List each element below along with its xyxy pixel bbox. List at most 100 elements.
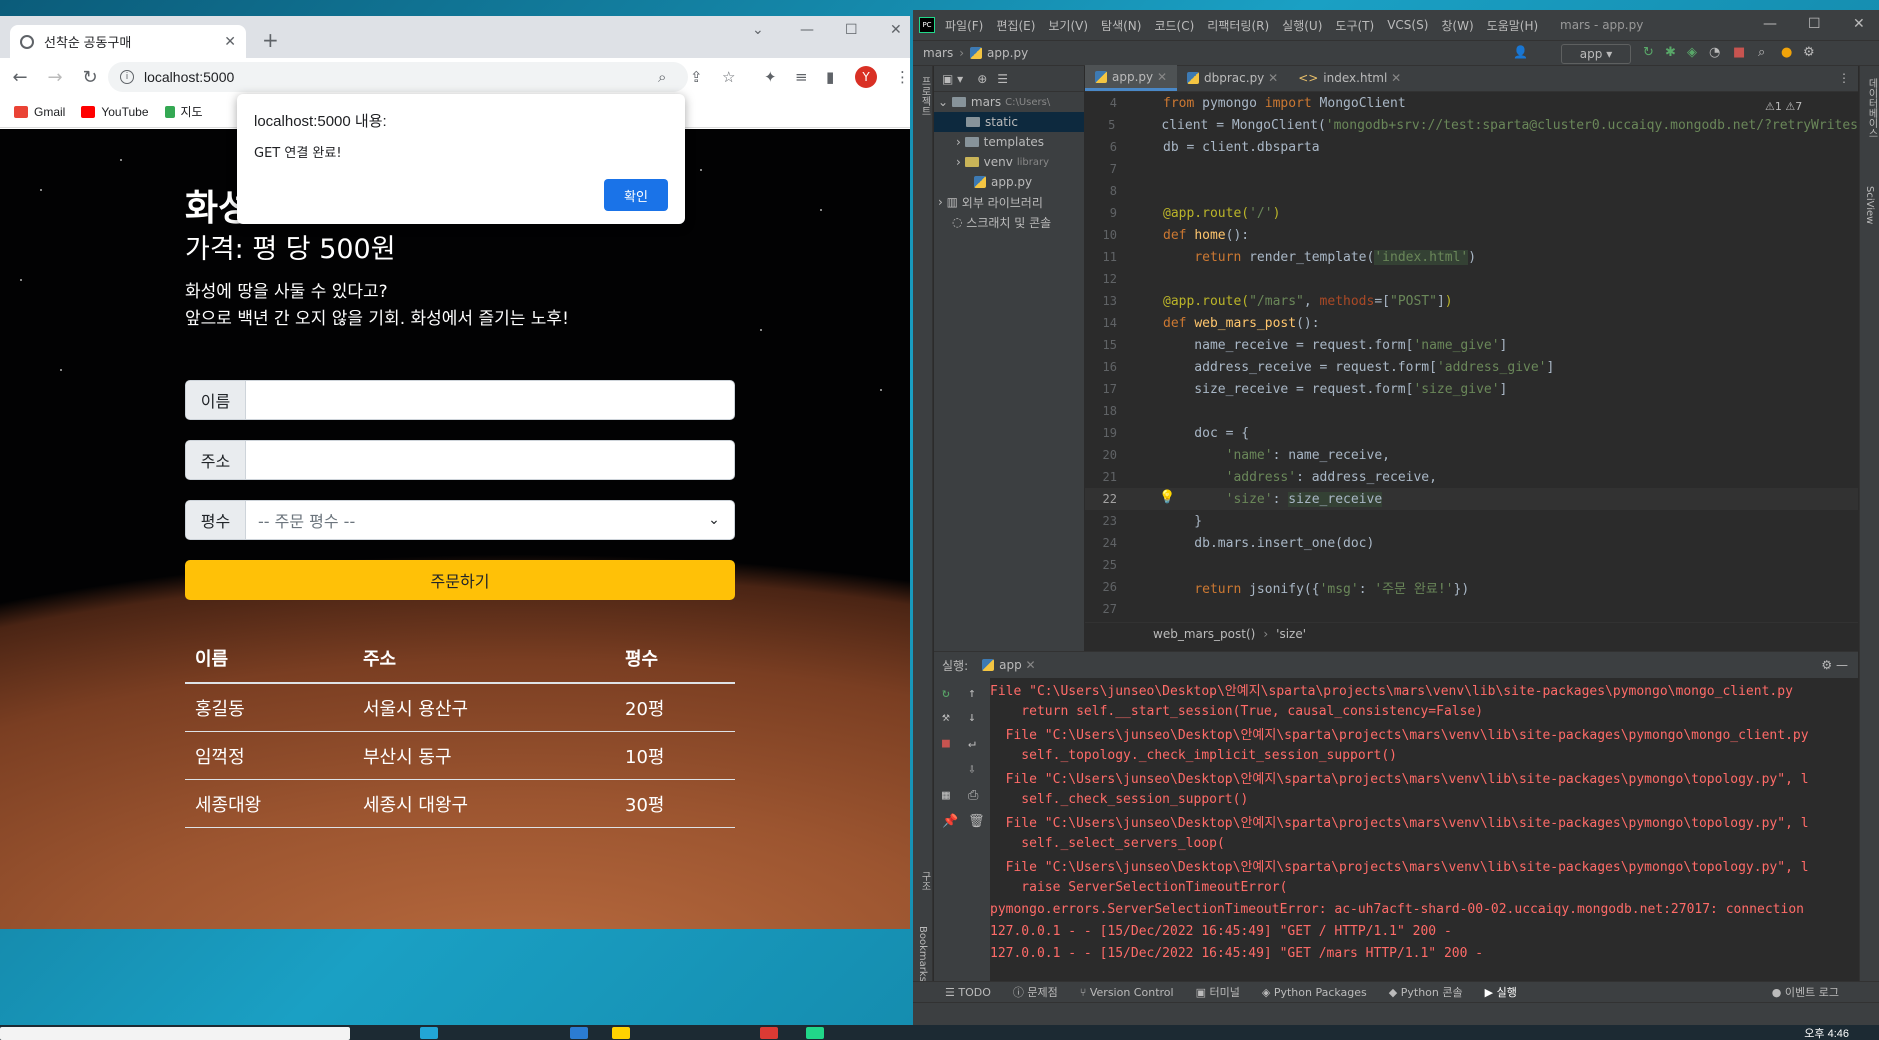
maximize-button[interactable]: ☐ [845, 22, 858, 38]
side-panel-icon[interactable]: ▮ [826, 68, 834, 86]
breadcrumb-function[interactable]: web_mars_post() [1153, 627, 1255, 641]
nav-file[interactable]: app.py [987, 46, 1028, 60]
layout-icon[interactable]: ▦ [942, 788, 950, 803]
collapse-icon[interactable]: ☰ [997, 72, 1008, 86]
close-icon[interactable]: ✕ [1026, 658, 1036, 672]
menu-run[interactable]: 실행(U) [1282, 17, 1322, 34]
tree-item-app-py[interactable]: app.py [934, 172, 1084, 192]
packages-tool-button[interactable]: ◈ Python Packages [1262, 986, 1367, 999]
close-icon[interactable]: ✕ [1157, 70, 1167, 84]
name-input[interactable] [246, 381, 734, 419]
project-view-icon[interactable]: ▣ ▾ [942, 72, 963, 86]
close-icon[interactable]: ✕ [1268, 71, 1278, 85]
terminal-tool-button[interactable]: ▣ 터미널 [1196, 984, 1240, 1000]
pycharm-taskbar-icon[interactable] [806, 1027, 824, 1039]
menu-file[interactable]: 파일(F) [945, 17, 983, 34]
menu-vcs[interactable]: VCS(S) [1387, 18, 1428, 32]
reload-icon[interactable]: ↻ [75, 67, 105, 88]
scroll-end-icon[interactable]: ⇩ [968, 762, 976, 777]
problems-tool-button[interactable]: ⓘ 문제점 [1013, 984, 1058, 1000]
breadcrumb-key[interactable]: 'size' [1276, 627, 1306, 641]
address-input[interactable] [246, 441, 734, 479]
extensions-icon[interactable]: ✦ [764, 68, 777, 86]
tree-item-external-libs[interactable]: › ▥ 외부 라이브러리 [934, 192, 1084, 212]
vcs-tool-button[interactable]: ⑂ Version Control [1080, 986, 1174, 999]
tree-item-venv[interactable]: › venv library [934, 152, 1084, 172]
menu-tools[interactable]: 도구(T) [1335, 17, 1374, 34]
pin-icon[interactable]: 📌 [942, 814, 958, 829]
bookmarks-tool-button[interactable]: Bookmarks [917, 926, 928, 982]
alert-ok-button[interactable]: 확인 [604, 179, 668, 211]
editor-tab-index-html[interactable]: <> index.html ✕ [1288, 65, 1411, 91]
editor-tab-dbprac-py[interactable]: dbprac.py ✕ [1177, 65, 1288, 91]
update-icon[interactable]: ● [1781, 45, 1792, 60]
tab-search-icon[interactable]: ⌄ [752, 22, 764, 38]
menu-help[interactable]: 도움말(H) [1487, 17, 1539, 34]
locate-icon[interactable]: ⊕ [977, 72, 987, 86]
run-config-select[interactable]: app ▾ [1561, 44, 1631, 64]
wrench-icon[interactable]: ⚒ [942, 710, 950, 725]
media-icon[interactable]: ≡ [795, 68, 808, 86]
stop-icon[interactable]: ■ [1733, 45, 1745, 60]
notes-icon[interactable] [612, 1027, 630, 1039]
browser-tab[interactable]: 선착순 공동구매 ✕ [10, 25, 246, 58]
bookmark-gmail[interactable]: Gmail [14, 105, 65, 119]
structure-tool-button[interactable]: 구조 [917, 871, 932, 891]
sciview-tool-button[interactable]: SciView [1864, 186, 1875, 224]
run-tool-button[interactable]: ▶ 실행 [1485, 984, 1517, 1000]
print-icon[interactable]: ⎙ [968, 788, 978, 803]
minimize-button[interactable]: — [800, 22, 814, 38]
nav-project[interactable]: mars [923, 46, 953, 60]
trash-icon[interactable]: 🗑 [968, 814, 985, 829]
ide-maximize-button[interactable]: ☐ [1808, 16, 1821, 32]
run-tab[interactable]: app [999, 658, 1022, 672]
zoom-icon[interactable]: ⌕ [658, 68, 666, 86]
back-icon[interactable]: ← [5, 67, 35, 88]
chrome-taskbar-icon[interactable] [760, 1027, 778, 1039]
database-tool-button[interactable]: 데이터베이스 [1864, 78, 1879, 138]
menu-refactor[interactable]: 리팩터링(R) [1207, 17, 1269, 34]
profile-avatar[interactable]: Y [855, 66, 877, 88]
tree-item-templates[interactable]: › templates [934, 132, 1084, 152]
stop-icon[interactable]: ■ [942, 736, 950, 751]
tree-item-static[interactable]: static [934, 112, 1084, 132]
bookmark-star-icon[interactable]: ☆ [722, 68, 735, 86]
forward-icon[interactable]: → [40, 67, 70, 88]
scroll-up-icon[interactable]: ↑ [968, 686, 976, 701]
tabs-menu-icon[interactable]: ⋮ [1830, 71, 1858, 91]
taskbar-search[interactable] [0, 1027, 350, 1040]
editor-tab-app-py[interactable]: app.py ✕ [1085, 65, 1178, 91]
menu-edit[interactable]: 편집(E) [996, 17, 1035, 34]
ide-close-button[interactable]: ✕ [1853, 16, 1865, 32]
word-icon[interactable] [570, 1027, 588, 1039]
menu-code[interactable]: 코드(C) [1154, 17, 1194, 34]
code-area[interactable]: 4 from pymongo import MongoClient 5 client… [1085, 92, 1858, 622]
menu-window[interactable]: 창(W) [1441, 17, 1473, 34]
profile-icon[interactable]: ◔ [1709, 45, 1720, 60]
address-bar[interactable]: i localhost:5000 [108, 62, 688, 92]
tree-item-scratches[interactable]: ◌ 스크래치 및 콘솔 [934, 212, 1084, 232]
debug-icon[interactable]: ✱ [1665, 45, 1676, 60]
ide-minimize-button[interactable]: — [1763, 16, 1777, 32]
user-icon[interactable]: 👤 [1513, 45, 1528, 59]
new-tab-button[interactable]: + [262, 28, 279, 52]
close-tab-icon[interactable]: ✕ [224, 34, 236, 50]
lightbulb-icon[interactable]: 💡 [1159, 490, 1175, 505]
bookmark-youtube[interactable]: YouTube [81, 105, 149, 119]
close-icon[interactable]: ✕ [1391, 71, 1401, 85]
rerun-icon[interactable]: ↻ [942, 686, 950, 701]
settings-icon[interactable]: ⚙ [1803, 45, 1815, 60]
console-output[interactable]: File "C:\Users\junseo\Desktop\안예지\sparta… [990, 678, 1858, 982]
bookmark-maps[interactable]: 지도 [164, 103, 203, 120]
size-select[interactable]: -- 주문 평수 -- [246, 501, 694, 539]
chevron-down-icon[interactable]: ⌄ [694, 501, 734, 539]
edge-icon[interactable] [420, 1027, 438, 1039]
settings-icon[interactable]: ⚙ — [1821, 658, 1848, 672]
share-icon[interactable]: ⇪ [690, 68, 703, 86]
search-icon[interactable]: ⌕ [1758, 45, 1765, 60]
todo-tool-button[interactable]: ☰ TODO [945, 986, 991, 999]
rerun-icon[interactable]: ↻ [1643, 45, 1654, 60]
project-tool-button[interactable]: 프로젝트 [917, 76, 932, 116]
soft-wrap-icon[interactable]: ↵ [968, 736, 976, 751]
close-window-button[interactable]: ✕ [890, 22, 902, 38]
